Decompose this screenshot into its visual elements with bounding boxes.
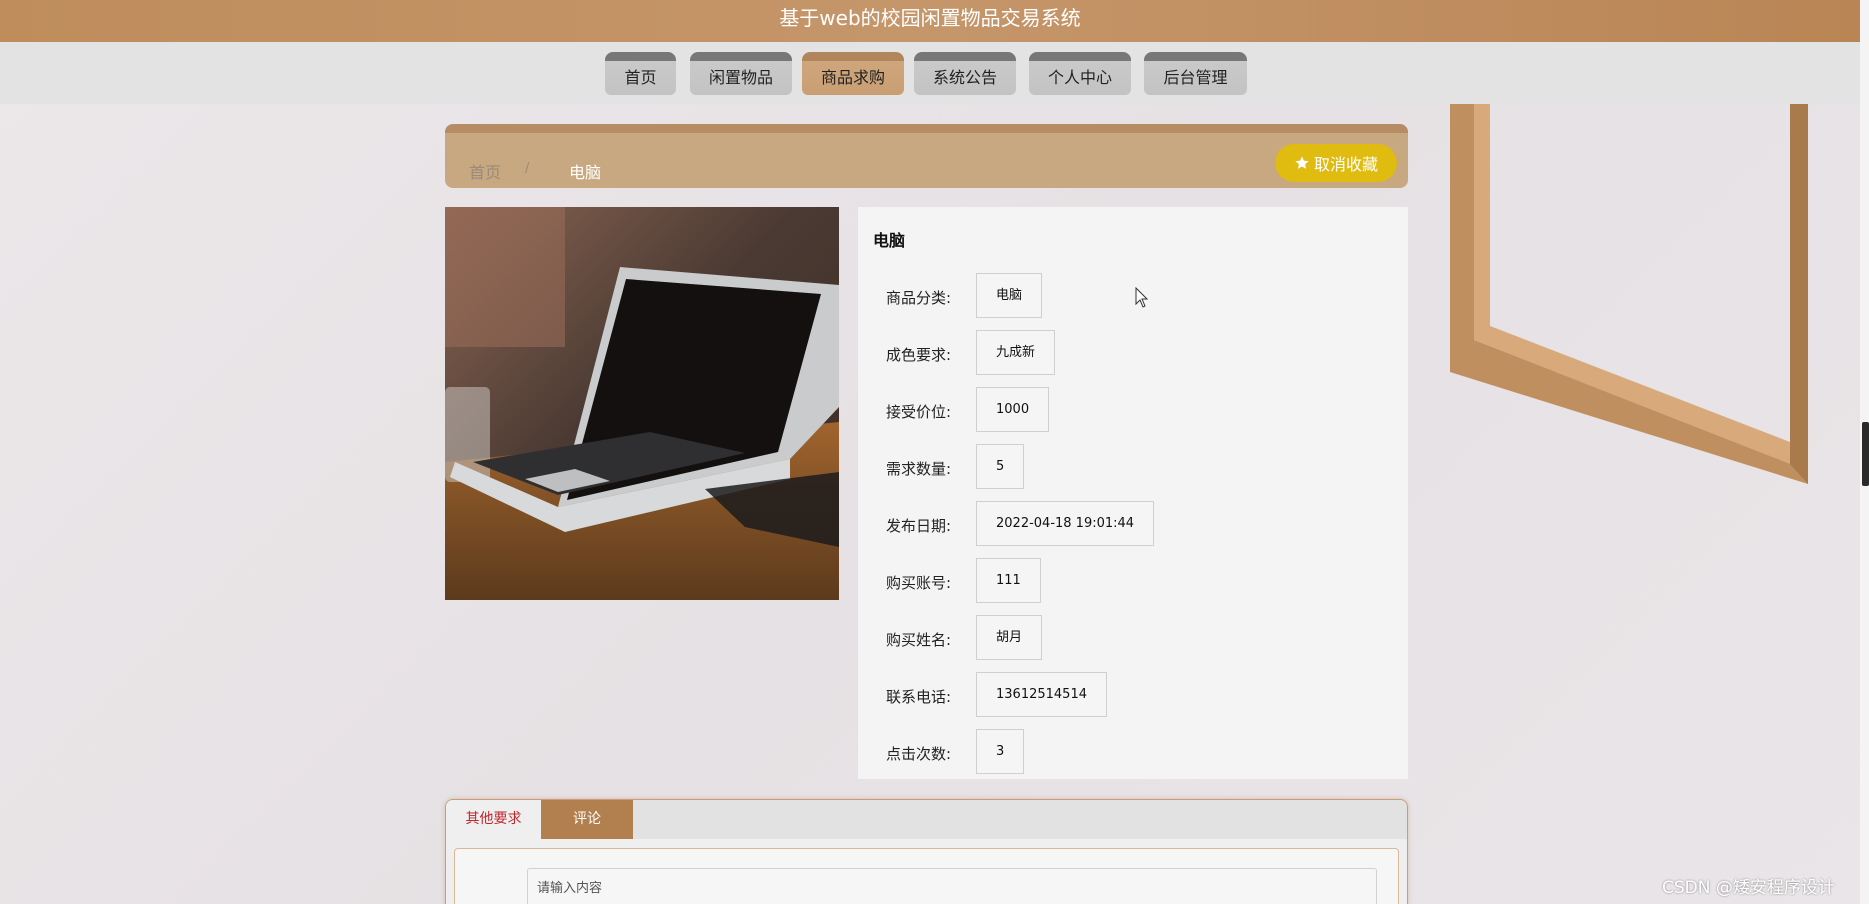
field-value: 电脑 [976, 273, 1043, 318]
star-icon [1295, 156, 1309, 169]
field-label: 点击次数: [886, 745, 952, 763]
field-value: 胡月 [976, 615, 1043, 660]
breadcrumb-current: 电脑 [569, 163, 602, 182]
product-title: 电脑 [873, 231, 906, 250]
site-title: 基于web的校园闲置物品交易系统 [0, 0, 1860, 42]
scrollbar-thumb[interactable] [1862, 422, 1869, 486]
nav-item-home[interactable]: 首页 [605, 52, 676, 95]
breadcrumb-separator: / [525, 161, 530, 176]
field-value: 九成新 [976, 330, 1056, 375]
nav-item-announcements[interactable]: 系统公告 [914, 52, 1016, 95]
main-nav: 首页 闲置物品 商品求购 系统公告 个人中心 后台管理 [0, 42, 1860, 104]
field-label: 接受价位: [886, 403, 952, 421]
tab-content [454, 848, 1399, 904]
decorative-frame [1450, 104, 1808, 484]
field-label: 发布日期: [886, 517, 952, 535]
detail-tabs: 其他要求 评论 [445, 799, 1408, 904]
watermark: CSDN @矮安程序设计 [1662, 878, 1835, 898]
breadcrumb: 首页 / 电脑 取消收藏 [445, 124, 1408, 188]
field-label: 购买姓名: [886, 631, 952, 649]
product-detail-panel: 电脑 商品分类: 电脑 成色要求: 九成新 接受价位: 1000 需求数量: 5… [858, 207, 1408, 779]
nav-item-personal-center[interactable]: 个人中心 [1029, 52, 1131, 95]
field-label: 购买账号: [886, 574, 952, 592]
field-value: 13612514514 [976, 672, 1107, 717]
product-image [445, 207, 839, 600]
page-scrollbar[interactable] [1860, 0, 1869, 904]
laptop-photo-icon [445, 207, 839, 600]
field-value: 111 [976, 558, 1041, 603]
nav-item-idle-goods[interactable]: 闲置物品 [690, 52, 792, 95]
field-label: 需求数量: [886, 460, 952, 478]
cancel-favorite-label: 取消收藏 [1313, 155, 1378, 174]
field-label: 商品分类: [886, 289, 952, 307]
nav-item-purchase-requests[interactable]: 商品求购 [802, 52, 904, 95]
mouse-cursor-icon [1135, 287, 1149, 308]
comment-input[interactable] [527, 868, 1377, 904]
field-value: 5 [976, 444, 1025, 489]
field-value: 2022-04-18 19:01:44 [976, 501, 1155, 546]
nav-item-admin[interactable]: 后台管理 [1144, 52, 1247, 95]
cancel-favorite-button[interactable]: 取消收藏 [1275, 144, 1397, 182]
tab-other-requirements[interactable]: 其他要求 [446, 800, 541, 839]
breadcrumb-home-link[interactable]: 首页 [469, 159, 501, 183]
field-value: 1000 [976, 387, 1050, 432]
field-value: 3 [976, 729, 1025, 774]
tab-comments[interactable]: 评论 [541, 800, 633, 839]
field-label: 成色要求: [886, 346, 952, 364]
field-label: 联系电话: [886, 688, 952, 706]
tab-strip: 其他要求 评论 [446, 800, 1407, 839]
